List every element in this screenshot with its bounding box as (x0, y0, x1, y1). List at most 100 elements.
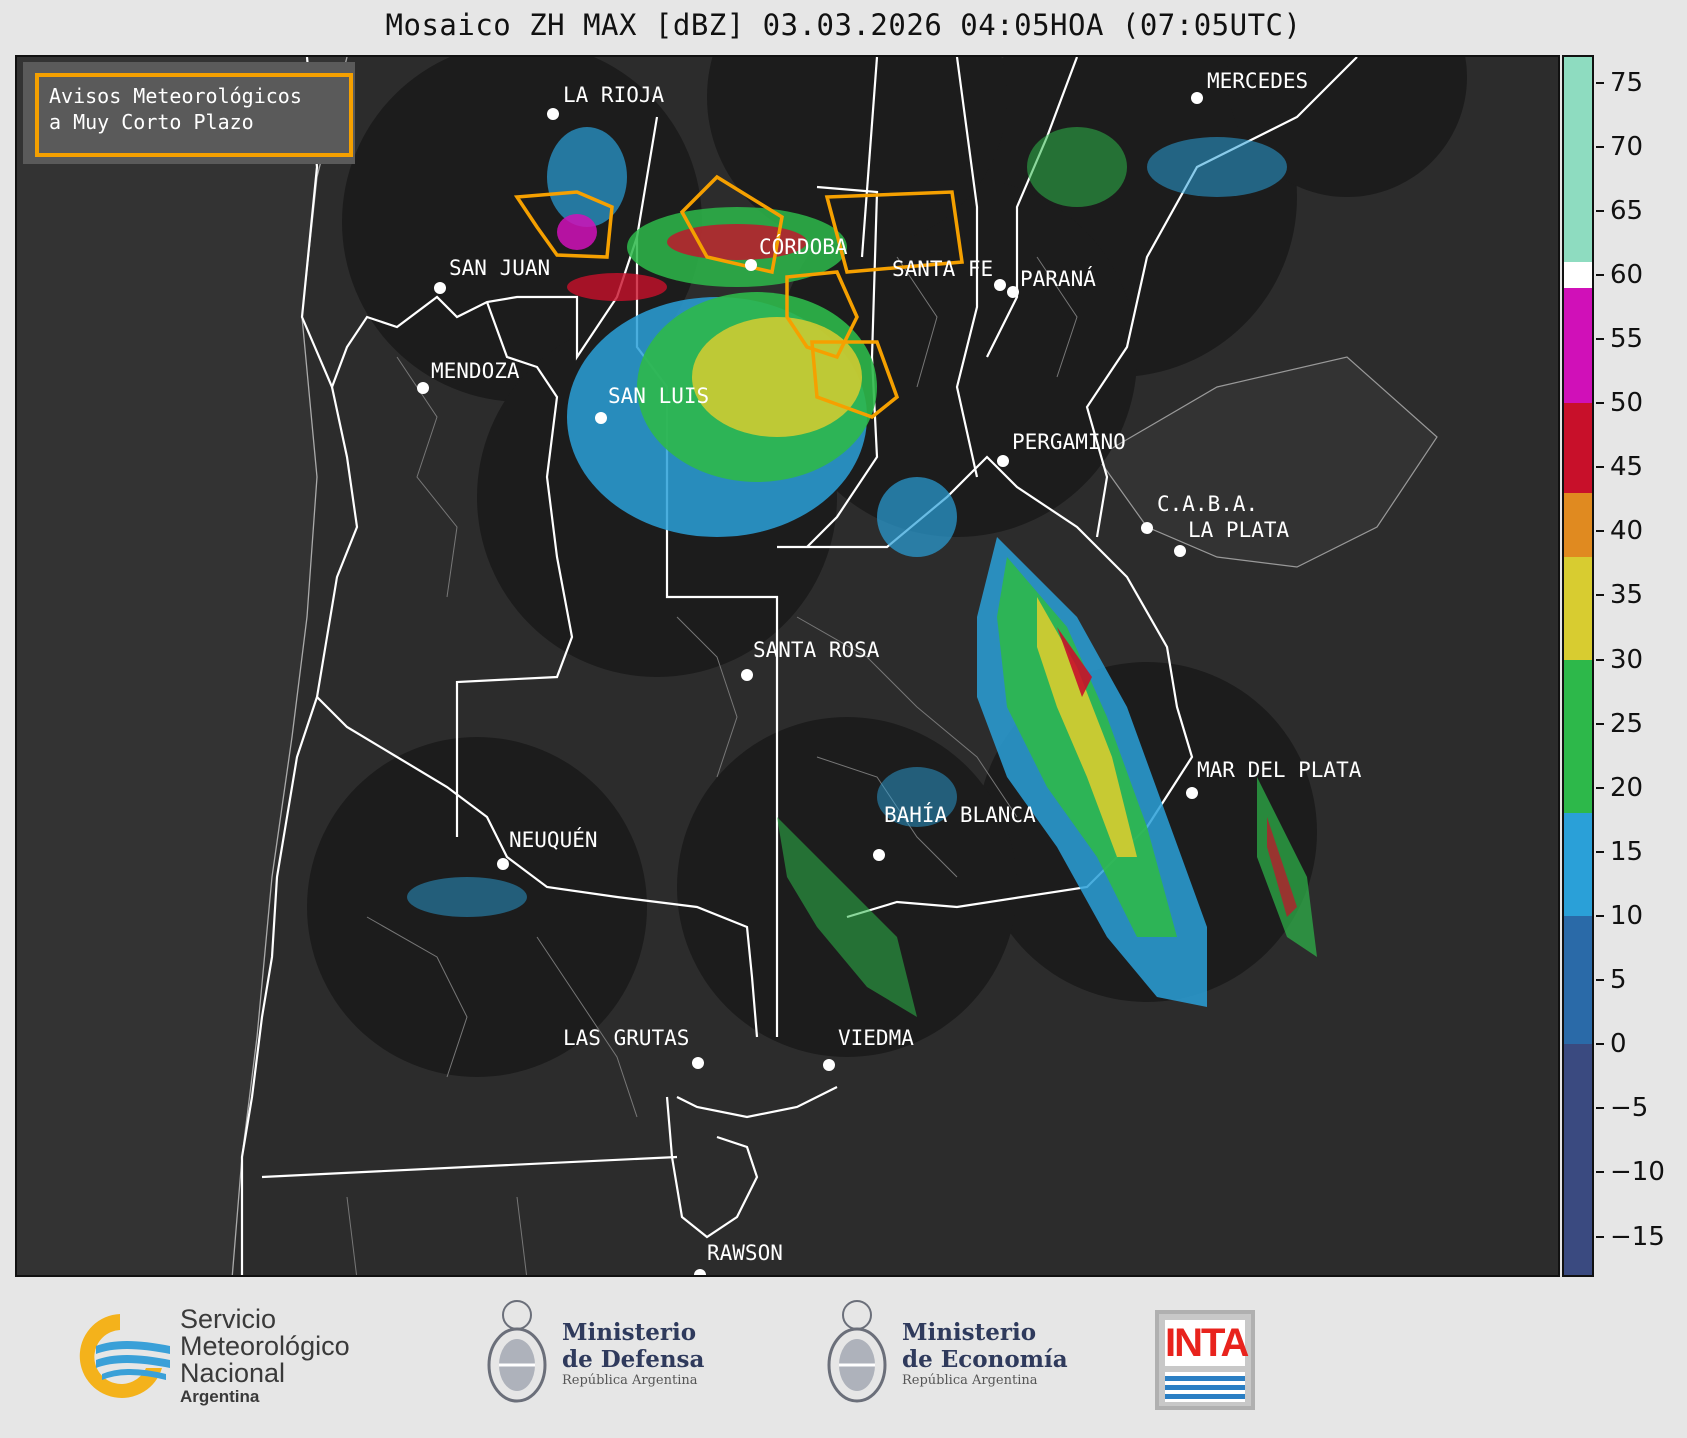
defensa-line2: de Defensa (562, 1346, 705, 1373)
city-label: SANTA FE (892, 257, 993, 281)
city-label: LA PLATA (1188, 518, 1290, 542)
colorbar-tick-label: 50 (1610, 388, 1644, 419)
colorbar-tick-label: 70 (1610, 131, 1644, 162)
smn-emblem-icon (79, 1314, 170, 1398)
city-dot (1007, 286, 1019, 298)
colorbar-segment (1564, 557, 1592, 660)
city-label: RAWSON (707, 1241, 783, 1265)
inta-wordmark: INTA (1165, 1320, 1249, 1366)
city-dot (434, 282, 446, 294)
colorbar-tick-mark (1596, 209, 1604, 212)
colorbar-segment (1564, 262, 1592, 288)
economia-line1: Ministerio (902, 1319, 1037, 1346)
city-label: LA RIOJA (563, 83, 665, 107)
economia-logo: Ministerio de Economía República Argenti… (820, 1295, 1080, 1415)
footer-logos: Servicio Meteorológico Nacional Argentin… (0, 1280, 1687, 1438)
colorbar-tick-mark (1596, 1171, 1604, 1174)
city-dot (823, 1059, 835, 1071)
colorbar-tick-mark (1596, 402, 1604, 405)
city-label: PARANÁ (1020, 266, 1096, 291)
city-label: CÓRDOBA (759, 234, 848, 259)
colorbar-tick-mark (1596, 658, 1604, 661)
city-dot (997, 455, 1009, 467)
colorbar-tick-mark (1596, 145, 1604, 148)
economia-line3: República Argentina (902, 1373, 1038, 1388)
city-label: PERGAMINO (1012, 430, 1126, 454)
inta-stripes (1165, 1372, 1245, 1402)
colorbar-segment (1564, 492, 1592, 557)
colorbar-tick-label: 35 (1610, 580, 1644, 611)
warnings-legend: Avisos Meteorológicos a Muy Corto Plazo (23, 62, 355, 164)
colorbar-tick-mark (1596, 81, 1604, 84)
colorbar-tick-mark (1596, 915, 1604, 917)
colorbar-tick-mark (1596, 1107, 1604, 1110)
colorbar-segment (1564, 403, 1592, 493)
city-label: NEUQUÉN (509, 827, 598, 852)
colorbar-tick-label: 25 (1610, 708, 1644, 739)
colorbar-segment (1564, 659, 1592, 814)
city-dot (1186, 787, 1198, 799)
city-label: SANTA ROSA (753, 638, 880, 662)
radar-map[interactable]: LA RIOJA SAN JUAN CÓRDOBA SANTA FE PARAN… (15, 55, 1560, 1277)
colorbar-tick-mark (1596, 722, 1604, 725)
city-dot (547, 108, 559, 120)
city-label: MERCEDES (1207, 69, 1308, 93)
colorbar-tick-label: 40 (1610, 516, 1644, 547)
colorbar-tick-label: 75 (1610, 67, 1644, 98)
colorbar-tick-mark (1596, 1235, 1604, 1238)
city-label: VIEDMA (838, 1026, 914, 1050)
city-label: BAHÍA BLANCA (884, 802, 1036, 827)
city-label: SAN LUIS (608, 384, 709, 408)
colorbar-segment (1564, 57, 1592, 263)
city-label: C.A.B.A. (1157, 492, 1258, 516)
colorbar-tick-label: 65 (1610, 195, 1644, 226)
city-label: LAS GRUTAS (563, 1026, 689, 1050)
city-dot (1141, 522, 1153, 534)
defensa-line3: República Argentina (562, 1373, 698, 1388)
city-label: MENDOZA (431, 359, 520, 383)
smn-logo: Servicio Meteorológico Nacional Argentin… (66, 1306, 386, 1406)
colorbar-tick-label: −15 (1610, 1221, 1665, 1252)
city-dot (595, 412, 607, 424)
city-label: MAR DEL PLATA (1197, 758, 1362, 782)
defensa-line1: Ministerio (562, 1319, 697, 1346)
colorbar-tick-label: 15 (1610, 836, 1644, 867)
colorbar-tick-label: 30 (1610, 644, 1644, 675)
city-dot (692, 1057, 704, 1069)
colorbar-tick-mark (1596, 850, 1604, 853)
smn-line1: Servicio (180, 1304, 277, 1334)
colorbar-tick-mark (1596, 530, 1604, 533)
colorbar (1562, 55, 1594, 1277)
colorbar-tick-label: −10 (1610, 1157, 1665, 1188)
smn-line4: Argentina (180, 1387, 260, 1406)
colorbar-tick-mark (1596, 273, 1604, 276)
city-dot (1174, 545, 1186, 557)
city-label: SAN JUAN (449, 256, 550, 280)
colorbar-tick-mark (1596, 466, 1604, 469)
colorbar-tick-mark (1596, 979, 1604, 982)
colorbar-tick-label: −5 (1610, 1093, 1649, 1124)
coat-of-arms-icon (827, 1300, 887, 1403)
colorbar-tick-label: 0 (1610, 1029, 1627, 1060)
colorbar-tick-label: 5 (1610, 965, 1627, 996)
colorbar-tick-label: 55 (1610, 324, 1644, 355)
city-dot (873, 849, 885, 861)
smn-line3: Nacional (180, 1358, 286, 1388)
city-dot (1191, 92, 1203, 104)
colorbar-segment (1564, 287, 1592, 404)
warnings-legend-line1: Avisos Meteorológicos (49, 84, 302, 108)
defensa-logo: Ministerio de Defensa República Argentin… (480, 1295, 720, 1415)
warnings-legend-line2: a Muy Corto Plazo (49, 110, 254, 134)
city-dot (741, 669, 753, 681)
economia-line2: de Economía (902, 1346, 1068, 1373)
radar-map-canvas: LA RIOJA SAN JUAN CÓRDOBA SANTA FE PARAN… (17, 57, 1558, 1275)
warnings-legend-frame: Avisos Meteorológicos a Muy Corto Plazo (35, 73, 353, 157)
colorbar-tick-mark (1596, 594, 1604, 597)
colorbar-segment (1564, 813, 1592, 916)
coat-of-arms-icon (487, 1300, 547, 1403)
smn-line2: Meteorológico (180, 1331, 350, 1361)
city-dot (994, 279, 1006, 291)
colorbar-tick-mark (1596, 1043, 1604, 1046)
inta-logo: INTA (1155, 1310, 1255, 1410)
map-title: Mosaico ZH MAX [dBZ] 03.03.2026 04:05HOA… (385, 8, 1302, 42)
